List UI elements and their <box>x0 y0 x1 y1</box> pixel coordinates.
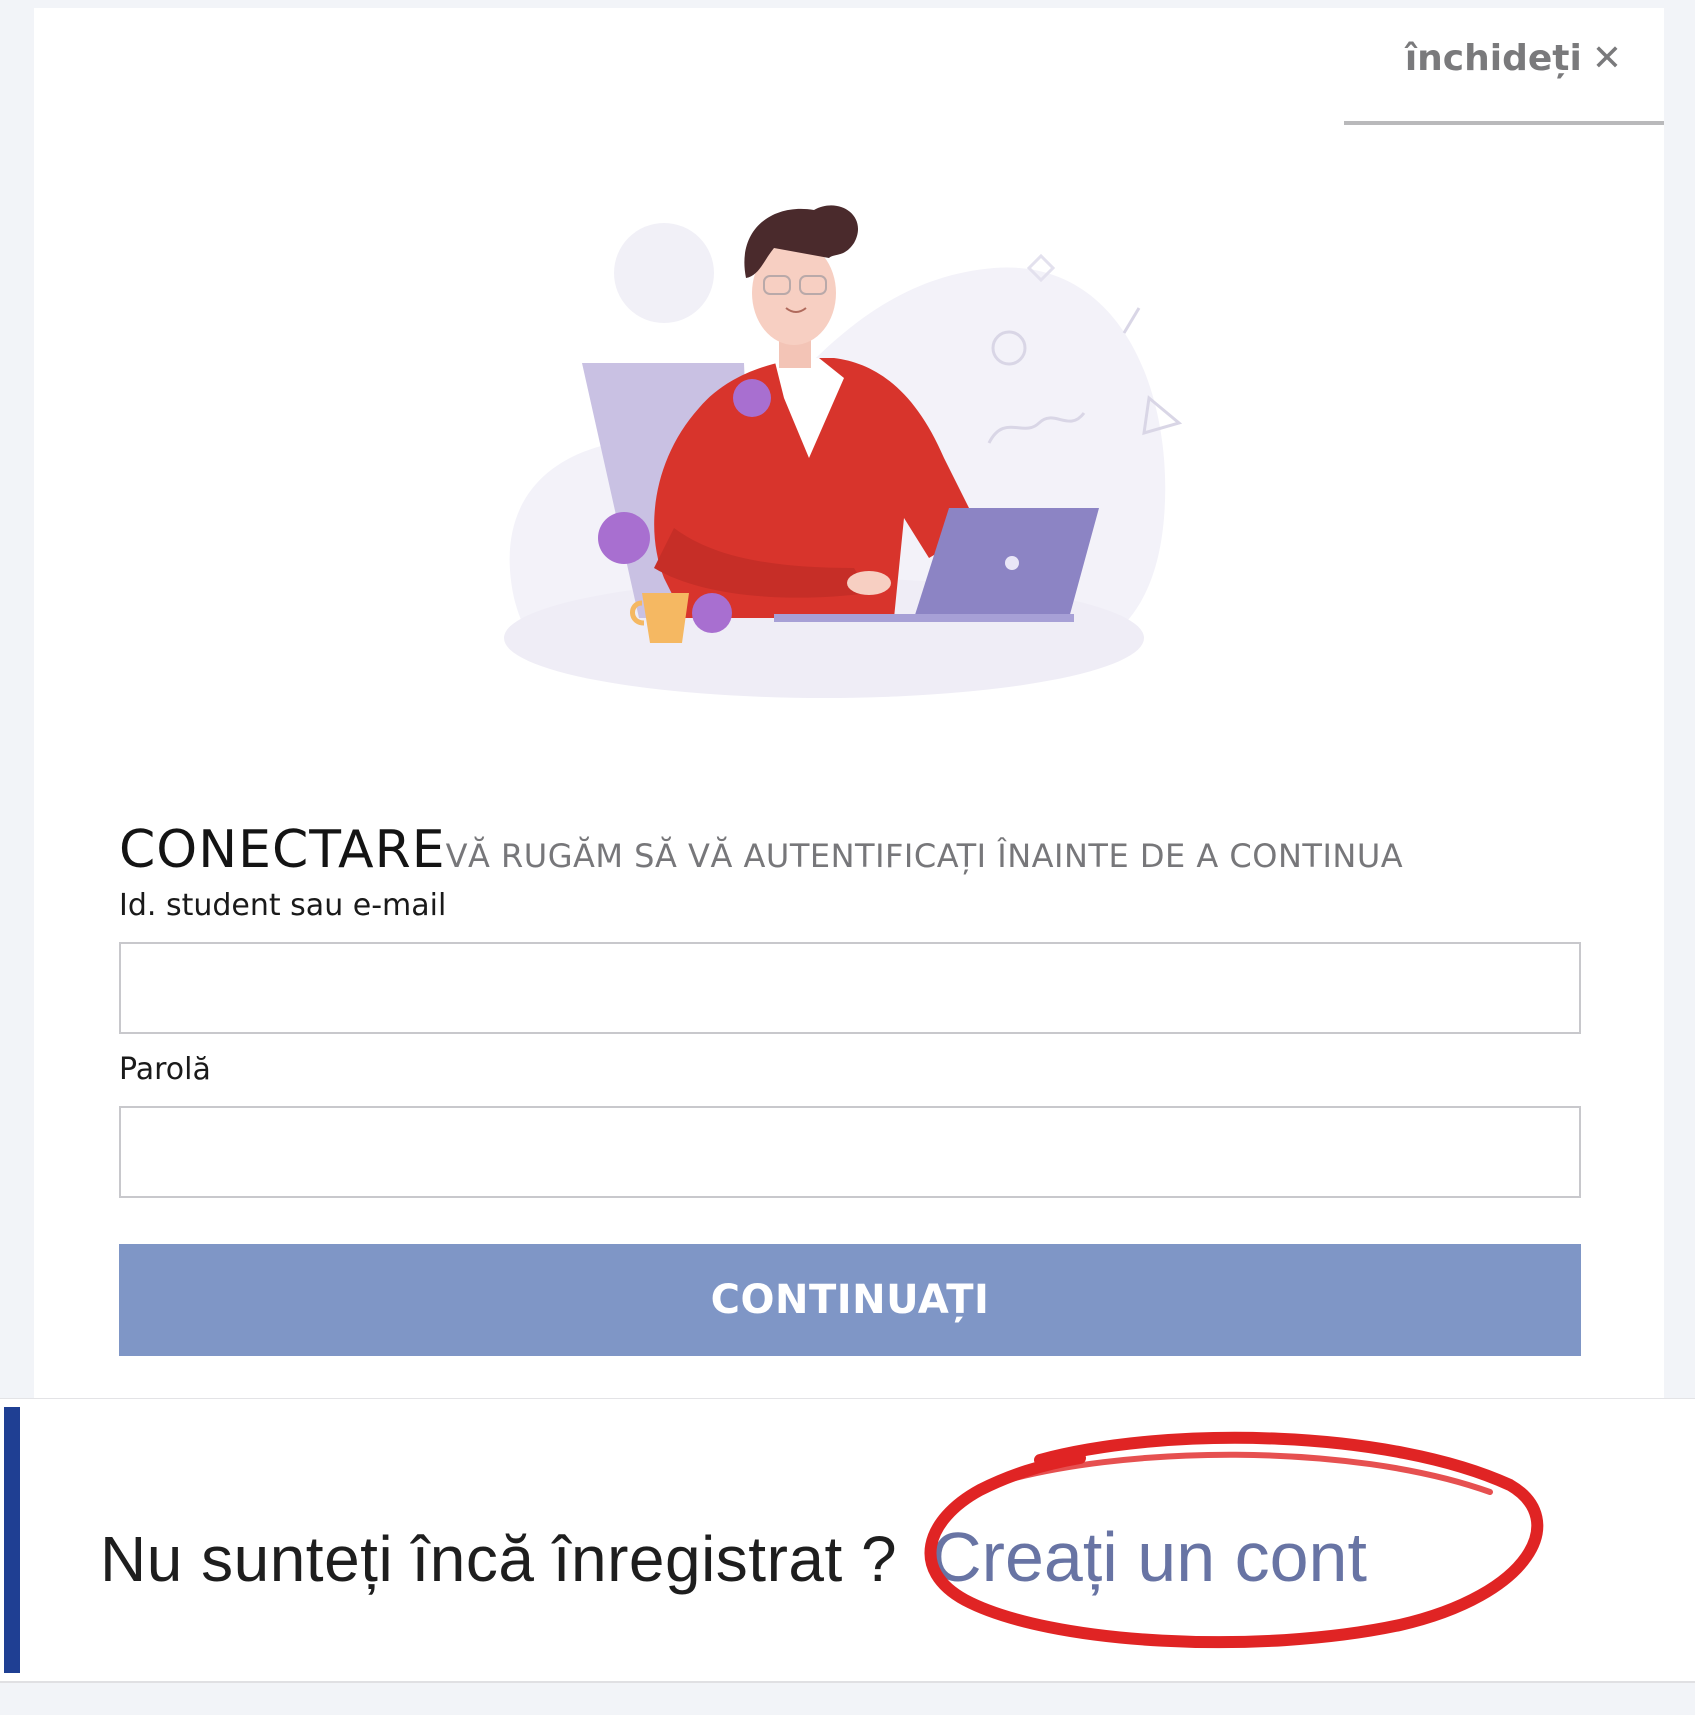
password-field-label: Parolă <box>119 1052 211 1087</box>
register-accent-bar <box>4 1407 20 1673</box>
purple-dot-1 <box>733 379 771 417</box>
login-title: CONECTARE <box>119 820 446 880</box>
purple-dot-3 <box>692 593 732 633</box>
login-subtitle: VĂ RUGĂM SĂ VĂ AUTENTIFICAȚI ÎNAINTE DE … <box>445 837 1404 875</box>
login-modal: închideți ✕ CONECTARE VĂ RUGĂM SĂ VĂ AUT… <box>34 8 1664 1398</box>
login-illustration <box>504 205 1183 698</box>
purple-dot-2 <box>598 512 650 564</box>
id-field-label: Id. student sau e-mail <box>119 888 447 923</box>
mug <box>642 593 689 643</box>
register-row: Nu sunteți încă înregistrat ? Creați un … <box>100 1517 1367 1597</box>
close-icon: ✕ <box>1591 38 1622 79</box>
hand <box>847 571 891 595</box>
doodle-line <box>1122 307 1141 334</box>
continue-button[interactable]: CONTINUAȚI <box>119 1244 1581 1356</box>
laptop-logo <box>1005 556 1019 570</box>
register-question: Nu sunteți încă înregistrat ? <box>100 1523 898 1595</box>
bg-circle-small <box>614 223 714 323</box>
close-tab: închideți ✕ <box>1344 8 1664 125</box>
close-button[interactable]: închideți ✕ <box>1405 38 1622 79</box>
close-label: închideți <box>1404 38 1582 79</box>
id-input[interactable] <box>119 942 1581 1034</box>
login-heading: CONECTARE VĂ RUGĂM SĂ VĂ AUTENTIFICAȚI Î… <box>119 820 1619 880</box>
laptop-base <box>774 614 1074 622</box>
register-panel: Nu sunteți încă înregistrat ? Creați un … <box>0 1398 1695 1683</box>
password-input[interactable] <box>119 1106 1581 1198</box>
create-account-link[interactable]: Creați un cont <box>931 1517 1367 1597</box>
